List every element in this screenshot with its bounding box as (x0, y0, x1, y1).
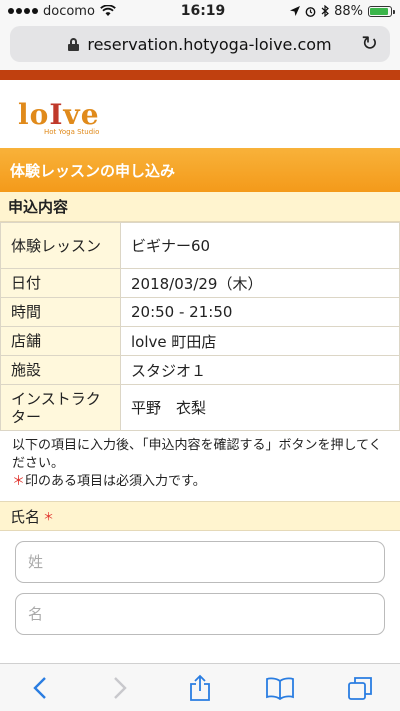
site-logo[interactable]: loIve Hot Yoga Studio (0, 80, 400, 148)
signal-strength-icon (8, 8, 38, 14)
logo-wordmark: loIve (18, 98, 100, 131)
row-value: ビギナー60 (120, 222, 400, 269)
tabs-icon (348, 676, 372, 700)
alarm-icon (305, 6, 316, 17)
reservation-details-table: 体験レッスン ビギナー60 日付 2018/03/29（木） 時間 20:50 … (0, 222, 400, 431)
table-row: インストラクター 平野 衣梨 (0, 384, 400, 431)
address-bar[interactable]: reservation.hotyoga-loive.com ↻ (10, 26, 390, 62)
chevron-right-icon (114, 676, 127, 699)
name-field-label: 氏名＊ (0, 501, 400, 531)
table-row: 日付 2018/03/29（木） (0, 268, 400, 298)
form-instructions: 以下の項目に入力後、「申込内容を確認する」ボタンを押してください。 ＊印のある項… (0, 431, 400, 495)
bluetooth-icon (321, 5, 329, 17)
table-row: 体験レッスン ビギナー60 (0, 222, 400, 269)
row-label: 日付 (0, 268, 121, 298)
row-value: 20:50 - 21:50 (120, 297, 400, 327)
carrier-name: docomo (43, 3, 95, 19)
table-row: 時間 20:50 - 21:50 (0, 297, 400, 327)
row-value: 平野 衣梨 (120, 384, 400, 431)
reload-icon[interactable]: ↻ (361, 33, 378, 53)
page-title: 体験レッスンの申し込み (0, 148, 400, 192)
row-value: lolve 町田店 (120, 326, 400, 356)
browser-chrome: reservation.hotyoga-loive.com ↻ (0, 22, 400, 70)
table-row: 施設 スタジオ１ (0, 355, 400, 385)
lock-icon (68, 37, 80, 51)
wifi-icon (100, 5, 116, 16)
share-button[interactable] (180, 668, 220, 708)
instruction-text: 以下の項目に入力後、「申込内容を確認する」ボタンを押してください。 (12, 438, 382, 471)
row-label: 施設 (0, 355, 121, 385)
row-value: 2018/03/29（木） (120, 268, 400, 298)
required-note: ＊印のある項目は必須入力です。 (12, 474, 206, 489)
row-label: 体験レッスン (0, 222, 121, 269)
back-button[interactable] (20, 668, 60, 708)
table-row: 店舗 lolve 町田店 (0, 326, 400, 356)
battery-icon (367, 5, 395, 17)
battery-percent: 88% (334, 3, 363, 19)
row-label: 時間 (0, 297, 121, 327)
row-value: スタジオ１ (120, 355, 400, 385)
location-arrow-icon (290, 6, 301, 16)
book-icon (266, 677, 294, 700)
browser-toolbar (0, 663, 400, 711)
logo-tagline: Hot Yoga Studio (44, 128, 100, 136)
first-name-input[interactable] (15, 593, 385, 635)
url-text: reservation.hotyoga-loive.com (87, 34, 332, 54)
required-star: ＊ (43, 510, 55, 523)
chevron-left-icon (33, 676, 46, 699)
status-right: 88% (290, 3, 395, 19)
row-label: インストラクター (0, 384, 121, 431)
tabs-button[interactable] (340, 668, 380, 708)
details-heading: 申込内容 (0, 192, 400, 222)
battery-fill (369, 7, 388, 15)
forward-button[interactable] (100, 668, 140, 708)
row-label: 店舗 (0, 326, 121, 356)
share-icon (190, 674, 210, 701)
bookmarks-button[interactable] (260, 668, 300, 708)
last-name-input[interactable] (15, 541, 385, 583)
brand-band (0, 70, 400, 80)
status-bar: docomo 16:19 88% (0, 0, 400, 22)
status-left: docomo (8, 4, 116, 19)
clock: 16:19 (180, 3, 226, 19)
required-star: ＊ (12, 474, 26, 489)
